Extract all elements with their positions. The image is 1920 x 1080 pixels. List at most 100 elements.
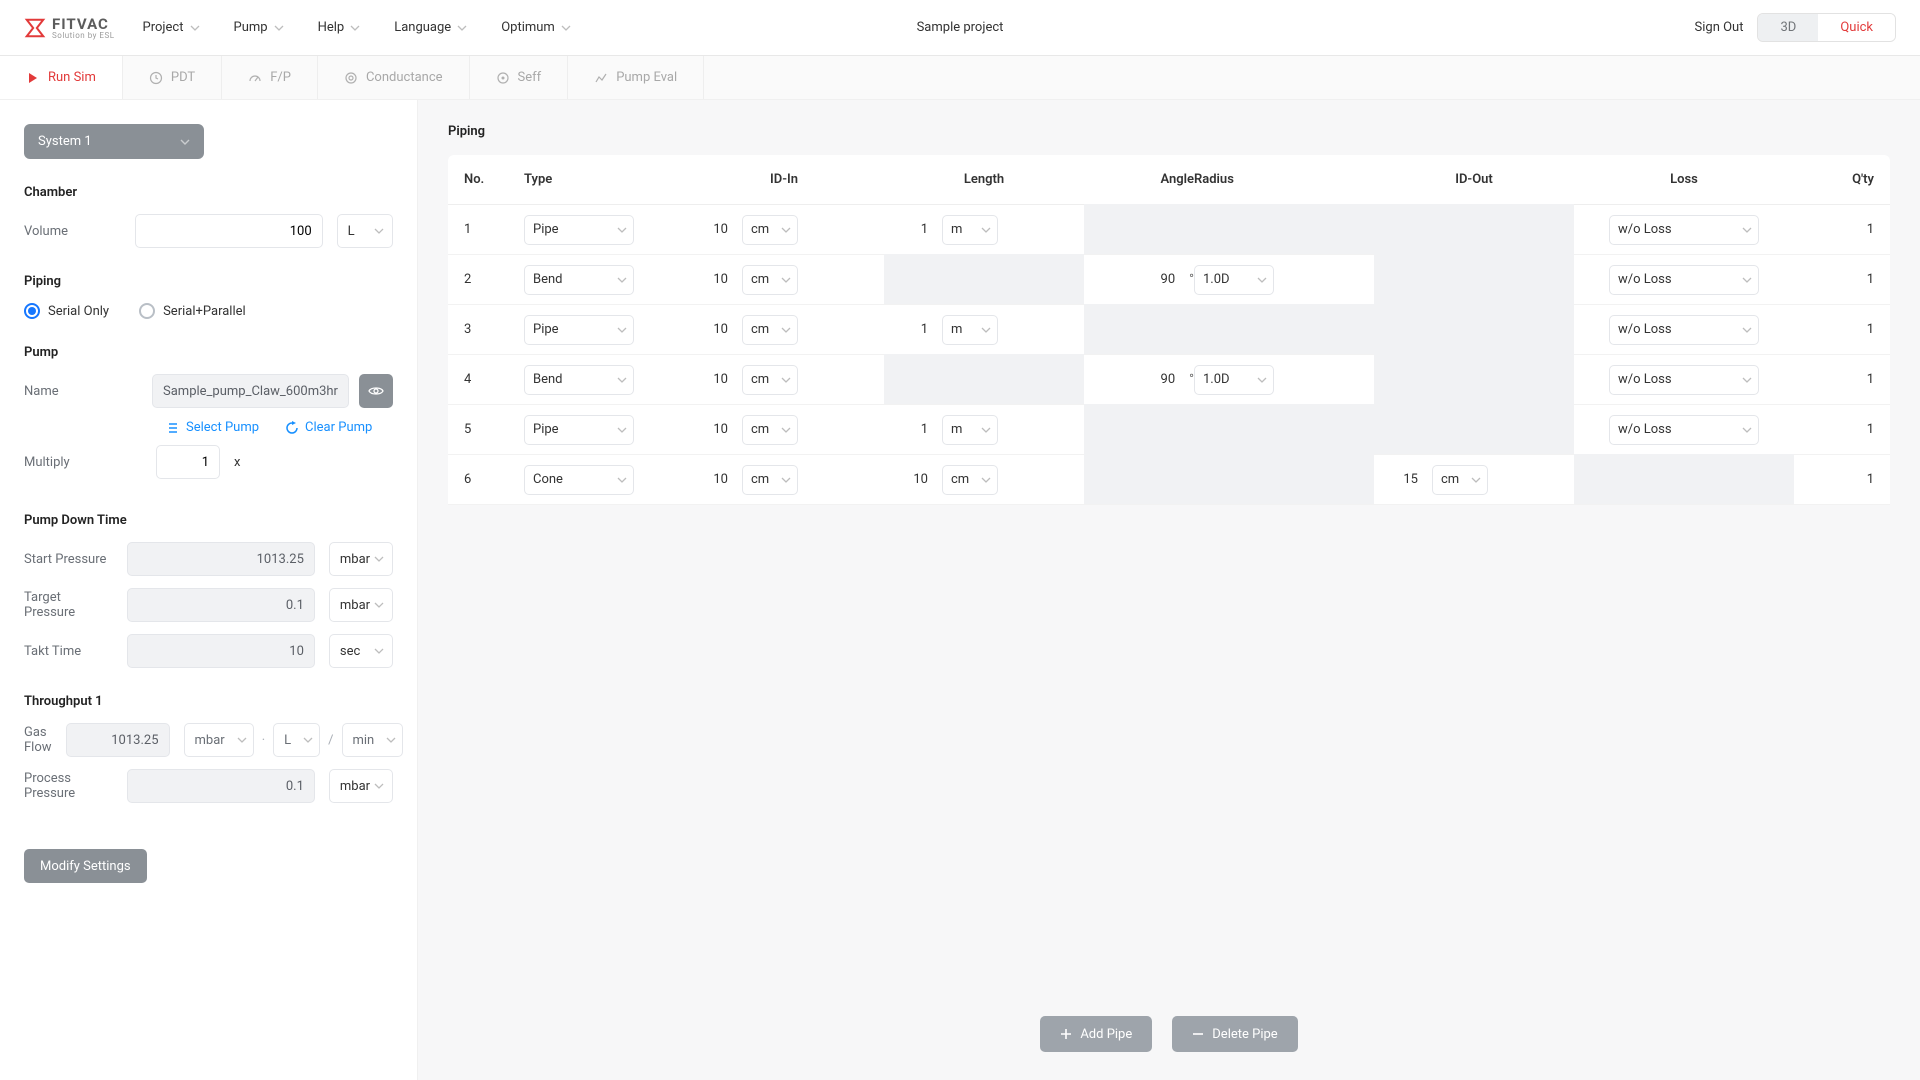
takt-time-input xyxy=(127,634,315,668)
tab-pump-eval[interactable]: Pump Eval xyxy=(568,56,704,99)
value-cell[interactable]: 10 xyxy=(684,222,734,237)
value-cell[interactable]: 1 xyxy=(884,222,934,237)
radio-serial-only[interactable]: Serial Only xyxy=(24,303,109,319)
volume-input[interactable] xyxy=(135,214,323,248)
qty-cell[interactable]: 1 xyxy=(1794,272,1874,287)
unit-select[interactable]: cm xyxy=(742,415,798,445)
table-row: 4Bend10cm90°1.0Dw/o Loss1 xyxy=(448,355,1890,405)
unit-select[interactable]: w/o Loss xyxy=(1609,215,1759,245)
menu-pump[interactable]: Pump xyxy=(234,20,284,35)
unit-select[interactable]: w/o Loss xyxy=(1609,315,1759,345)
unit-select[interactable]: w/o Loss xyxy=(1609,415,1759,445)
type-select[interactable]: Bend xyxy=(524,265,634,295)
view-pump-button[interactable] xyxy=(359,374,393,408)
qty-cell[interactable]: 1 xyxy=(1794,372,1874,387)
type-select[interactable]: Pipe xyxy=(524,315,634,345)
value-cell[interactable]: 10 xyxy=(884,472,934,487)
sign-out-button[interactable]: Sign Out xyxy=(1695,20,1744,35)
main-menu: Project Pump Help Language Optimum xyxy=(143,20,571,35)
value-cell[interactable]: 1 xyxy=(884,422,934,437)
type-select[interactable]: Pipe xyxy=(524,415,634,445)
radio-serial-parallel[interactable]: Serial+Parallel xyxy=(139,303,246,319)
ring-icon xyxy=(344,71,358,85)
unit-select[interactable]: cm xyxy=(742,215,798,245)
system-selector[interactable]: System 1 xyxy=(24,124,204,159)
menu-help-label: Help xyxy=(318,20,345,35)
takt-time-unit[interactable]: sec xyxy=(329,634,393,668)
menu-language[interactable]: Language xyxy=(394,20,467,35)
multiply-input[interactable] xyxy=(156,445,220,479)
app-header: FITVAC Solution by ESL Project Pump Help… xyxy=(0,0,1920,56)
takt-time-label: Takt Time xyxy=(24,644,113,659)
unit-select[interactable]: cm xyxy=(742,365,798,395)
value-cell[interactable]: 10 xyxy=(684,272,734,287)
tab-pump-eval-label: Pump Eval xyxy=(616,70,677,85)
menu-help[interactable]: Help xyxy=(318,20,361,35)
target-pressure-unit[interactable]: mbar xyxy=(329,588,393,622)
type-select[interactable]: Cone xyxy=(524,465,634,495)
value-cell[interactable]: 10 xyxy=(684,372,734,387)
view-quick-button[interactable]: Quick xyxy=(1818,14,1895,41)
unit-select[interactable]: m xyxy=(942,415,998,445)
unit-select[interactable]: cm xyxy=(1432,465,1488,495)
table-row: 1Pipe10cm1mw/o Loss1 xyxy=(448,205,1890,255)
tab-conductance[interactable]: Conductance xyxy=(318,56,470,99)
menu-optimum[interactable]: Optimum xyxy=(501,20,571,35)
qty-cell[interactable]: 1 xyxy=(1794,422,1874,437)
qty-cell[interactable]: 1 xyxy=(1794,222,1874,237)
unit-select[interactable]: 1.0D xyxy=(1194,265,1274,295)
delete-pipe-button[interactable]: Delete Pipe xyxy=(1172,1016,1297,1052)
radio-parallel-label: Serial+Parallel xyxy=(163,304,246,319)
na-cell xyxy=(1194,304,1374,354)
start-pressure-unit[interactable]: mbar xyxy=(329,542,393,576)
unit-select[interactable]: cm xyxy=(742,465,798,495)
gas-flow-input xyxy=(66,723,170,757)
table-row: 5Pipe10cm1mw/o Loss1 xyxy=(448,405,1890,455)
unit-select[interactable]: m xyxy=(942,215,998,245)
value-cell[interactable]: 10 xyxy=(684,422,734,437)
na-cell xyxy=(1374,254,1574,304)
tab-pdt[interactable]: PDT xyxy=(123,56,222,99)
unit-select[interactable]: w/o Loss xyxy=(1609,365,1759,395)
value-cell[interactable]: 90 xyxy=(1131,372,1181,387)
type-select[interactable]: Bend xyxy=(524,365,634,395)
value-cell[interactable]: 1 xyxy=(884,322,934,337)
tab-seff[interactable]: Seff xyxy=(470,56,569,99)
target-pressure-label: Target Pressure xyxy=(24,590,113,620)
process-pressure-unit-label: mbar xyxy=(340,779,370,794)
piping-heading: Piping xyxy=(24,274,393,289)
tab-run-sim[interactable]: Run Sim xyxy=(0,56,123,99)
qty-cell[interactable]: 1 xyxy=(1794,472,1874,487)
unit-select[interactable]: cm xyxy=(742,265,798,295)
unit-select[interactable]: w/o Loss xyxy=(1609,265,1759,295)
tab-fp[interactable]: F/P xyxy=(222,56,318,99)
menu-project[interactable]: Project xyxy=(143,20,200,35)
view-3d-button[interactable]: 3D xyxy=(1758,14,1818,41)
gas-flow-unit1[interactable]: mbar xyxy=(184,723,254,757)
unit-select[interactable]: cm xyxy=(742,315,798,345)
row-no: 5 xyxy=(464,422,524,437)
select-pump-link[interactable]: Select Pump xyxy=(166,420,259,435)
col-angle: Angle xyxy=(1084,172,1194,187)
gas-flow-unit3[interactable]: min xyxy=(342,723,404,757)
sidebar: System 1 Chamber Volume L Piping Serial … xyxy=(0,100,418,1080)
add-pipe-button[interactable]: Add Pipe xyxy=(1040,1016,1152,1052)
process-pressure-unit[interactable]: mbar xyxy=(329,769,393,803)
gas-flow-unit2[interactable]: L xyxy=(273,723,320,757)
value-cell[interactable]: 10 xyxy=(684,322,734,337)
project-name: Sample project xyxy=(917,20,1004,35)
type-select[interactable]: Pipe xyxy=(524,215,634,245)
tab-run-sim-label: Run Sim xyxy=(48,70,96,85)
chevron-down-icon xyxy=(190,23,200,33)
modify-settings-button[interactable]: Modify Settings xyxy=(24,849,147,883)
qty-cell[interactable]: 1 xyxy=(1794,322,1874,337)
clear-pump-link[interactable]: Clear Pump xyxy=(285,420,372,435)
unit-select[interactable]: m xyxy=(942,315,998,345)
value-cell[interactable]: 90 xyxy=(1131,272,1181,287)
unit-select[interactable]: 1.0D xyxy=(1194,365,1274,395)
value-cell[interactable]: 10 xyxy=(684,472,734,487)
value-cell[interactable]: 15 xyxy=(1374,472,1424,487)
unit-select[interactable]: cm xyxy=(942,465,998,495)
list-icon xyxy=(166,421,180,435)
volume-unit-select[interactable]: L xyxy=(337,214,393,248)
